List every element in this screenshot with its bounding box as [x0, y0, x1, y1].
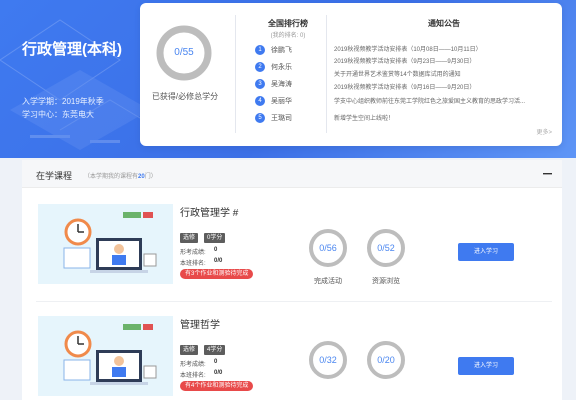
- score-label: 形考成绩:: [180, 250, 206, 256]
- notice-item[interactable]: 学支中心组织教师前往东莞工学院红色之旅爱国主义教育的思政学习活...: [334, 96, 556, 105]
- course-name[interactable]: 行政管理学 #: [180, 204, 238, 219]
- score-value: 0: [214, 247, 218, 253]
- course-thumbnail[interactable]: [38, 204, 173, 284]
- rank-name: 吴海涛: [271, 81, 292, 88]
- activity-progress-text: 0/56: [319, 243, 337, 253]
- rank-number: 5: [255, 113, 265, 123]
- ranking-title: 全国排行榜: [268, 19, 308, 28]
- course-credit-badge: 4学分: [204, 345, 226, 355]
- resource-label: 资源浏览: [372, 278, 400, 285]
- courses-subtitle: （本学期我的课程有20门）: [84, 174, 157, 180]
- notice-item[interactable]: 2019秋视频教学活动安排表（9月23日——9月30日）: [334, 56, 556, 65]
- course-thumbnail[interactable]: [38, 316, 173, 396]
- notice-more-link[interactable]: 更多>: [536, 127, 552, 136]
- stats-card: 0/55 已获得/必修总学分 全国排行榜 (我的排名: 0) 1 徐鹏飞 2 何…: [140, 3, 562, 146]
- ranking-item[interactable]: 4 吴丽华: [255, 94, 292, 108]
- course-illustration-icon: [38, 204, 173, 284]
- class-rank-value: 0/0: [214, 370, 223, 376]
- courses-count: 20: [138, 174, 145, 180]
- score-label: 形考成绩:: [180, 362, 206, 368]
- row-divider: [36, 301, 552, 302]
- course-name[interactable]: 管理哲学: [180, 316, 220, 331]
- rank-name: 徐鹏飞: [271, 47, 292, 54]
- rank-number: 2: [255, 62, 265, 72]
- rank-number: 4: [255, 96, 265, 106]
- ranking-subtitle: (我的排名: 0): [270, 33, 306, 39]
- resource-progress-text: 0/20: [377, 355, 395, 365]
- notice-title: 通知公告: [428, 19, 460, 28]
- notice-item[interactable]: 2019秋视频教学活动安排表（9月16日——9月20日）: [334, 82, 556, 91]
- rank-name: 何永乐: [271, 64, 292, 71]
- rank-number: 3: [255, 79, 265, 89]
- activity-progress-text: 0/32: [319, 355, 337, 365]
- activity-label: 完成活动: [314, 278, 342, 285]
- notice-item[interactable]: 2019秋视频教学活动安排表（10月08日——10月11日）: [334, 44, 556, 53]
- resource-progress-text: 0/52: [377, 243, 395, 253]
- class-rank-label: 本班排名:: [180, 261, 206, 267]
- study-center: 学习中心：东莞电大: [22, 110, 94, 119]
- course-type-badge: 选修: [180, 345, 199, 355]
- divider: [326, 15, 327, 133]
- notice-item[interactable]: 关于开通世界艺术鉴赏等14个数据库试用的通知: [334, 69, 556, 78]
- rank-name: 王璐司: [271, 115, 292, 122]
- divider: [235, 15, 236, 133]
- class-rank-value: 0/0: [214, 258, 223, 264]
- course-illustration-icon: [38, 316, 173, 396]
- collapse-icon[interactable]: [543, 169, 552, 178]
- courses-title: 在学课程: [36, 171, 73, 181]
- courses-panel: 在学课程 （本学期我的课程有20门） 行政管理学 # 选修 0学分 形考成绩: …: [22, 160, 562, 400]
- course-credit-badge: 0学分: [204, 233, 226, 243]
- pending-tasks-badge[interactable]: 有3个作业和测验待完成: [180, 269, 254, 279]
- ranking-item[interactable]: 1 徐鹏飞: [255, 43, 292, 57]
- ranking-item[interactable]: 2 何永乐: [255, 60, 292, 74]
- enter-study-button[interactable]: 进入学习: [458, 357, 514, 375]
- course-type-badge: 选修: [180, 233, 199, 243]
- courses-header: 在学课程 （本学期我的课程有20门）: [22, 160, 562, 188]
- enroll-term: 入学学期：2019年秋季: [22, 97, 104, 106]
- ranking-item[interactable]: 5 王璐司: [255, 111, 292, 125]
- pending-tasks-badge[interactable]: 有4个作业和测验待完成: [180, 381, 254, 391]
- rank-number: 1: [255, 45, 265, 55]
- notice-item[interactable]: 新增学生空间上线啦！: [334, 113, 556, 122]
- credit-progress-text: 0/55: [174, 47, 194, 58]
- credit-caption: 已获得/必修总学分: [151, 92, 219, 101]
- class-rank-label: 本班排名:: [180, 373, 206, 379]
- rank-name: 吴丽华: [271, 98, 292, 105]
- ranking-item[interactable]: 3 吴海涛: [255, 77, 292, 91]
- major-title: 行政管理(本科): [22, 41, 122, 58]
- score-value: 0: [214, 359, 218, 365]
- enter-study-button[interactable]: 进入学习: [458, 243, 514, 261]
